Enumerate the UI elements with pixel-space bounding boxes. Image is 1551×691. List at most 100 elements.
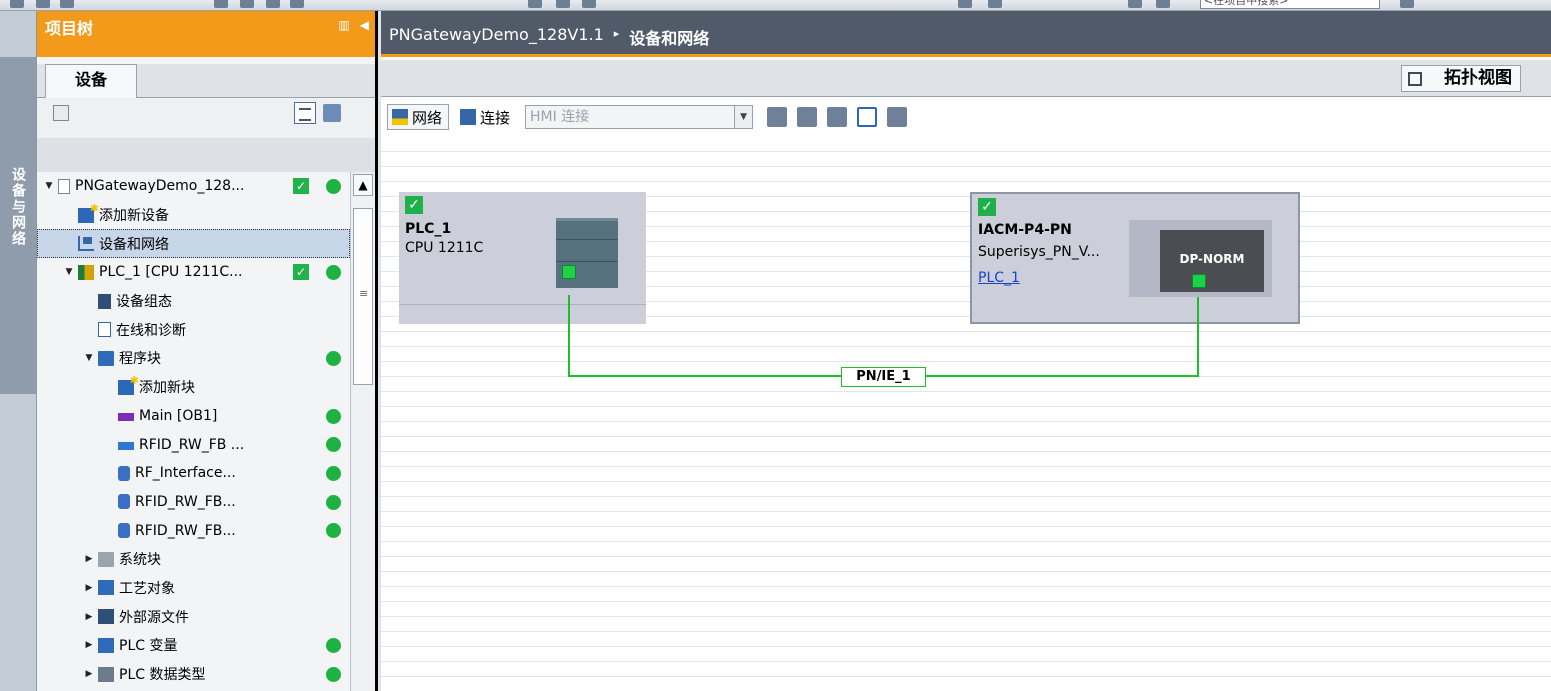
tree-item[interactable]: 添加新块 [37, 373, 350, 402]
net-icon [78, 236, 94, 252]
side-tab-label: 设备与网络 [10, 167, 26, 247]
overview-navigation-icon[interactable] [857, 107, 878, 127]
tree-details-view-icon[interactable] [294, 102, 316, 124]
cut-icon[interactable] [214, 0, 228, 8]
new-project-icon[interactable] [10, 0, 24, 8]
table-view-icon[interactable] [827, 107, 848, 127]
show-addresses-icon[interactable] [797, 107, 818, 127]
status-ok-icon [326, 666, 341, 682]
collapsed-arrow-icon[interactable]: ▶ [83, 669, 95, 679]
tree-item[interactable]: 设备组态 [37, 287, 350, 316]
consistency-check-icon: ✓ [293, 264, 309, 281]
expanded-arrow-icon[interactable]: ▼ [43, 181, 55, 191]
collapse-panel-icon[interactable]: ◀ [360, 18, 369, 32]
device-name: IACM-P4-PN [978, 222, 1072, 238]
tab-topology-view[interactable]: 拓扑视图 [1401, 65, 1521, 92]
scroll-up-button[interactable]: ▲ [353, 174, 373, 196]
connection-type-select[interactable]: HMI 连接 ▼ [525, 105, 754, 129]
expanded-arrow-icon[interactable]: ▼ [63, 267, 75, 277]
view-tabs: 拓扑视图 [381, 60, 1551, 97]
tree-item[interactable]: RFID_RW_FB... [37, 488, 350, 517]
save-project-icon[interactable] [60, 0, 74, 8]
download-icon[interactable] [556, 0, 570, 8]
copy-icon[interactable] [240, 0, 254, 8]
breadcrumb-project[interactable]: PNGatewayDemo_128V1.1 [389, 25, 604, 54]
status-ok-icon [326, 494, 341, 510]
network-line [568, 295, 570, 377]
tree-item-label: RF_Interface... [135, 465, 236, 482]
collapsed-arrow-icon[interactable]: ▶ [83, 612, 95, 622]
paste-icon[interactable] [266, 0, 280, 8]
connect-mode-button[interactable]: 连接 [455, 104, 517, 130]
tree-item[interactable]: ▶ PLC 变量 [37, 631, 350, 660]
tree-item-label: PLC 数据类型 [119, 667, 206, 684]
tree-item[interactable]: ▶ 系统块 [37, 545, 350, 574]
tree-item[interactable]: ▶ PLC 数据类型 [37, 660, 350, 689]
tree-item[interactable]: ▼ PLC_1 [CPU 1211C... ✓ [37, 258, 350, 287]
tree-item-label: RFID_RW_FB... [135, 493, 236, 510]
plc-icon [78, 264, 94, 280]
project-search-input[interactable]: <在项目中搜索> [1200, 0, 1380, 9]
assigned-controller-link[interactable]: PLC_1 [978, 270, 1020, 286]
connect-button-label: 连接 [480, 108, 511, 127]
delete-icon[interactable] [290, 0, 304, 8]
device-iacm[interactable]: ✓ IACM-P4-PN Superisys_PN_V... PLC_1 DP-… [970, 192, 1300, 324]
status-ok-icon [326, 265, 341, 281]
tree-item[interactable]: ▼ PNGatewayDemo_128... ✓ [37, 172, 350, 201]
go-offline-icon[interactable] [988, 0, 1002, 8]
upload-icon[interactable] [582, 0, 596, 8]
topology-tab-label: 拓扑视图 [1444, 68, 1512, 88]
device-name: PLC_1 [405, 221, 452, 237]
network-mode-button[interactable]: 网络 [387, 104, 450, 130]
show-names-icon[interactable] [767, 107, 788, 127]
module-label: DP-NORM [1179, 252, 1245, 266]
main-toolbar: <在项目中搜索> [0, 0, 1551, 11]
connection-icon [460, 109, 477, 125]
tree-item[interactable]: ▼ 程序块 [37, 344, 350, 373]
tree-item-label: 在线和诊断 [116, 322, 186, 339]
tree-scrollbar[interactable]: ▲ [350, 172, 375, 691]
tree-item-label: PLC_1 [CPU 1211C... [99, 264, 243, 281]
network-line [1197, 297, 1199, 377]
star-icon [78, 202, 99, 223]
tree-item[interactable]: RF_Interface... [37, 459, 350, 488]
compile-icon[interactable] [528, 0, 542, 8]
collapsed-arrow-icon[interactable]: ▶ [83, 583, 95, 593]
dtype-icon [98, 666, 114, 682]
tree-item[interactable]: 添加新设备 [37, 201, 350, 230]
tree-item[interactable]: RFID_RW_FB ... [37, 430, 350, 459]
tree-overview-icon[interactable] [53, 105, 69, 121]
tree-item[interactable]: ▶ 外部源文件 [37, 602, 350, 631]
collapsed-arrow-icon[interactable]: ▶ [83, 554, 95, 564]
breadcrumb-separator-icon: ▸ [613, 27, 620, 40]
device-type: CPU 1211C [405, 240, 484, 256]
network-label[interactable]: PN/IE_1 [841, 367, 926, 387]
side-tab-devices-networks[interactable]: 设备与网络 [0, 57, 36, 394]
tree-item-label: RFID_RW_FB ... [139, 436, 245, 453]
tree-item[interactable]: 在线和诊断 [37, 315, 350, 344]
profinet-port-icon[interactable] [1192, 274, 1206, 288]
zoom-icon[interactable] [887, 107, 908, 127]
tree-export-icon[interactable] [323, 104, 341, 122]
search-icon[interactable] [1400, 0, 1414, 8]
page-icon [58, 178, 70, 194]
tab-devices[interactable]: 设备 [45, 64, 137, 98]
network-canvas[interactable]: ✓ PLC_1 CPU 1211C ✓ IACM-P4-PN Superisys… [381, 137, 1551, 691]
status-ok-icon [326, 465, 341, 481]
split-vertical-icon[interactable] [1156, 0, 1170, 8]
tree-item[interactable]: ▶ 工艺对象 [37, 574, 350, 603]
device-plc[interactable]: ✓ PLC_1 CPU 1211C [399, 192, 646, 324]
tree-item[interactable]: 设备和网络 [37, 229, 350, 259]
open-project-icon[interactable] [36, 0, 50, 8]
scroll-thumb[interactable] [353, 208, 373, 385]
collapsed-arrow-icon[interactable]: ▶ [83, 640, 95, 650]
chevron-down-icon[interactable]: ▼ [734, 106, 753, 128]
tree-item[interactable]: RFID_RW_FB... [37, 516, 350, 545]
go-online-icon[interactable] [958, 0, 972, 8]
expanded-arrow-icon[interactable]: ▼ [83, 353, 95, 363]
project-tree-tabs: 设备 [37, 64, 375, 98]
tree-item[interactable]: Main [OB1] [37, 402, 350, 431]
panel-layout-icon[interactable]: ▥ [338, 18, 349, 32]
split-horizontal-icon[interactable] [1128, 0, 1142, 8]
profinet-port-icon[interactable] [562, 265, 576, 279]
